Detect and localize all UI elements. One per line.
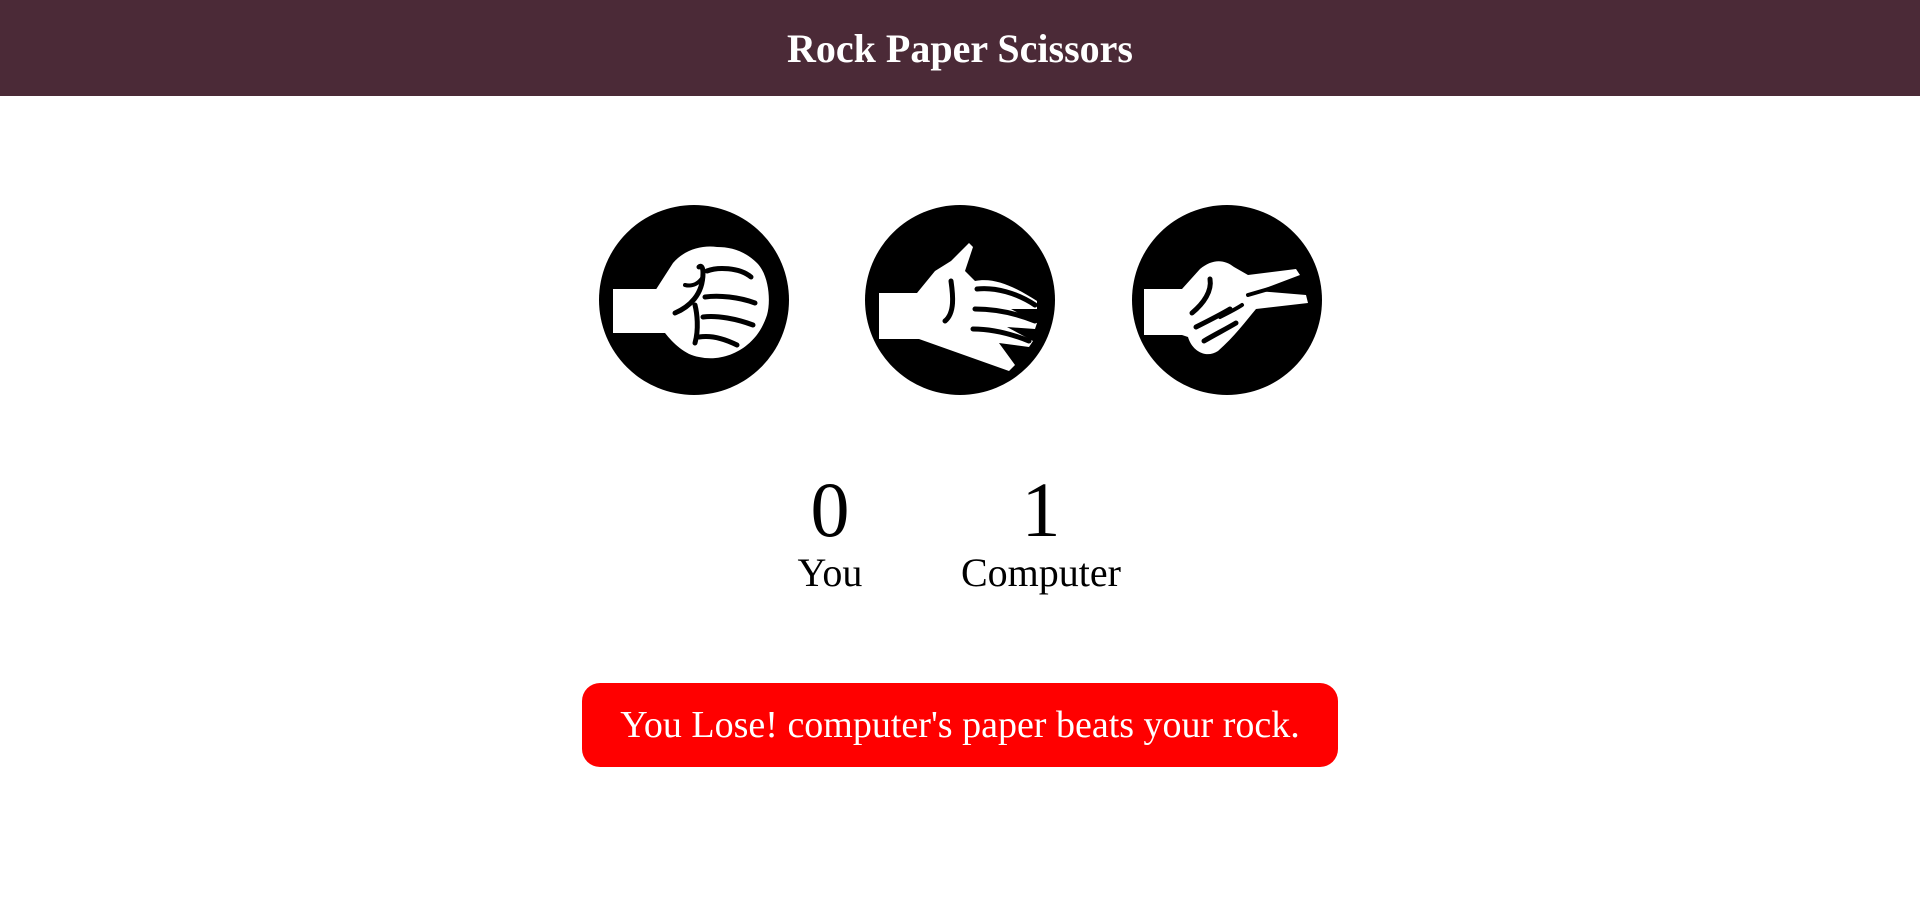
rock-hand-icon [613, 246, 769, 359]
scissors-hand-icon [1144, 261, 1308, 355]
computer-score: 1 Computer [941, 465, 1141, 595]
rock-button[interactable] [599, 205, 789, 395]
user-score-value: 0 [810, 466, 850, 553]
app-header: Rock Paper Scissors [0, 0, 1920, 96]
computer-score-label: Computer [961, 550, 1121, 595]
result-message: You Lose! computer's paper beats your ro… [582, 683, 1338, 767]
user-score: 0 You [780, 465, 880, 595]
user-score-label: You [797, 550, 863, 595]
page-title: Rock Paper Scissors [787, 25, 1133, 71]
scissors-button[interactable] [1132, 205, 1322, 395]
paper-hand-icon [879, 243, 1038, 371]
paper-button[interactable] [865, 205, 1055, 395]
computer-score-value: 1 [1021, 466, 1061, 553]
